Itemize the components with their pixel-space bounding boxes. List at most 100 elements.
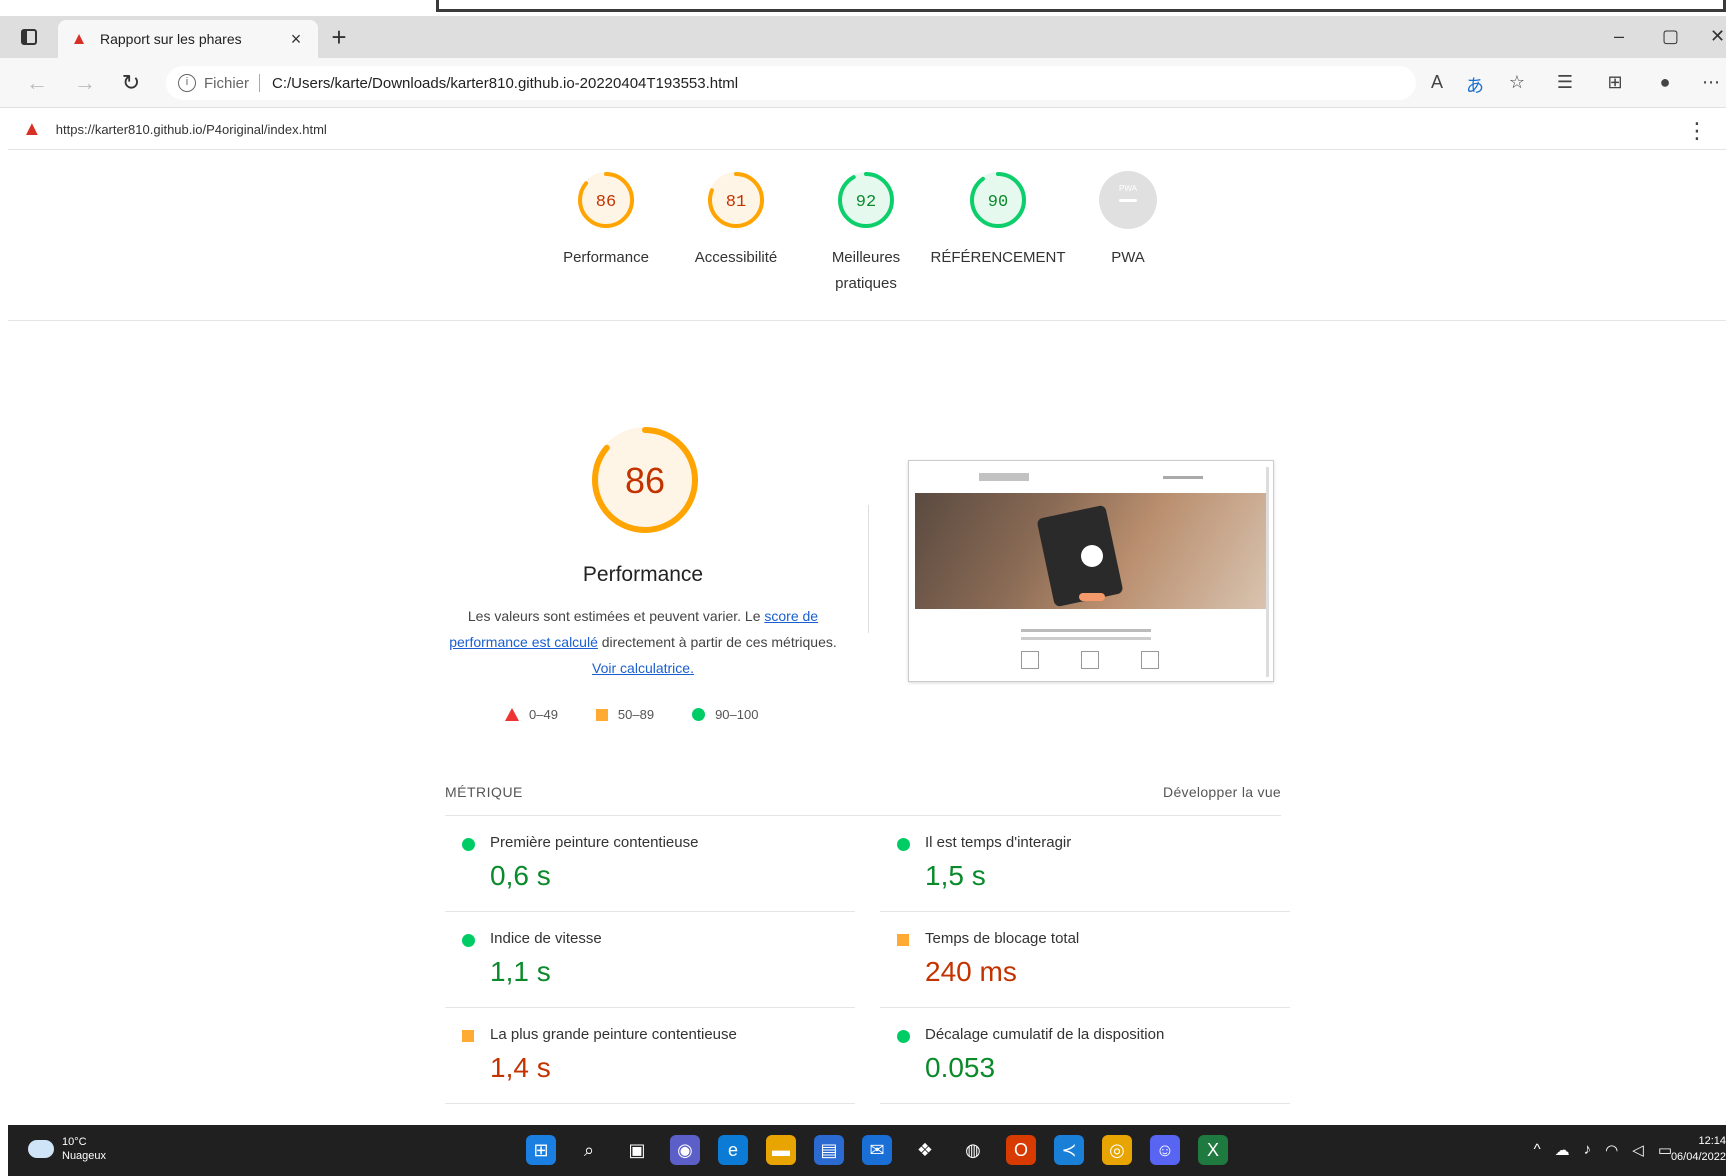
read-aloud-icon[interactable]: A bbox=[1424, 72, 1450, 93]
metrics-header: MÉTRIQUE Développer la vue bbox=[445, 780, 1281, 816]
metric-tbt: Temps de blocage total 240 ms bbox=[880, 912, 1290, 1008]
restore-button[interactable]: ▢ bbox=[1662, 26, 1679, 47]
mail-icon[interactable]: ✉ bbox=[862, 1135, 892, 1165]
report-page-url[interactable]: https://karter810.github.io/P4original/i… bbox=[56, 122, 327, 137]
new-tab-button[interactable]: + bbox=[326, 24, 352, 50]
pwa-badge-icon: PWA bbox=[1099, 171, 1157, 229]
metric-speed-index: Indice de vitesse 1,1 s bbox=[445, 912, 855, 1008]
mic-icon[interactable]: ♪ bbox=[1584, 1141, 1592, 1159]
excel-icon[interactable]: X bbox=[1198, 1135, 1228, 1165]
report-menu-icon[interactable]: ⋮ bbox=[1686, 118, 1708, 144]
triangle-icon bbox=[505, 708, 519, 721]
square-icon bbox=[462, 1030, 474, 1042]
metrics-title: MÉTRIQUE bbox=[445, 784, 523, 800]
vscode-icon[interactable]: ≺ bbox=[1054, 1135, 1084, 1165]
translate-icon[interactable]: あ bbox=[1462, 72, 1488, 98]
close-window-button[interactable]: ✕ bbox=[1710, 26, 1725, 47]
cloud-icon bbox=[28, 1140, 54, 1158]
circle-icon bbox=[897, 1030, 910, 1043]
gauge-label: PWA bbox=[1111, 249, 1145, 266]
hero-image bbox=[915, 493, 1267, 609]
circle-icon bbox=[897, 838, 910, 851]
back-icon[interactable]: ← bbox=[24, 70, 50, 96]
clock[interactable]: 12:14 06/04/2022 bbox=[1671, 1133, 1726, 1165]
favorites-icon[interactable]: ☰ bbox=[1552, 72, 1578, 93]
battery-icon[interactable]: ▭ bbox=[1658, 1141, 1672, 1159]
metric-tti: Il est temps d'interagir 1,5 s bbox=[880, 816, 1290, 912]
github-icon[interactable]: ◍ bbox=[958, 1135, 988, 1165]
weather-widget[interactable]: 10°C Nuageux bbox=[28, 1135, 106, 1163]
legend-fail: 0–49 bbox=[505, 707, 558, 722]
performance-gauge-ring: 86 bbox=[592, 427, 698, 533]
gauge-seo-ring: 90 bbox=[970, 172, 1026, 228]
tab-actions-icon bbox=[21, 29, 37, 45]
collections-icon[interactable]: ⊞ bbox=[1602, 72, 1628, 93]
gauge-seo[interactable]: 90 RÉFÉRENCEMENT bbox=[928, 169, 1068, 271]
gauge-best-practices-ring: 92 bbox=[838, 172, 894, 228]
tab-actions-button[interactable] bbox=[18, 26, 40, 48]
final-screenshot-thumbnail[interactable] bbox=[908, 460, 1274, 682]
score-legend: 0–49 50–89 90–100 bbox=[505, 707, 758, 722]
score-summary: 86 Performance 81 Accessibilité 92 Meill… bbox=[8, 151, 1726, 321]
edge-icon[interactable]: e bbox=[718, 1135, 748, 1165]
file-explorer-icon[interactable]: ▬ bbox=[766, 1135, 796, 1165]
calculator-link[interactable]: Voir calculatrice. bbox=[592, 660, 694, 676]
metric-cls: Décalage cumulatif de la disposition 0.0… bbox=[880, 1008, 1290, 1104]
profile-icon[interactable]: ● bbox=[1652, 72, 1678, 93]
tab-title: Rapport sur les phares bbox=[100, 31, 242, 47]
top-frame bbox=[0, 0, 1726, 16]
tab-close-button[interactable]: × bbox=[286, 29, 306, 50]
taskbar: 10°C Nuageux ⊞ ⌕ ▣ ◉ e ▬ ▤ ✉ ❖ ◍ O ≺ ◎ ☺ … bbox=[8, 1125, 1726, 1176]
gauge-label: Meilleures pratiques bbox=[831, 249, 901, 292]
chevron-up-icon[interactable]: ^ bbox=[1534, 1141, 1541, 1159]
refresh-icon[interactable]: ↻ bbox=[118, 70, 144, 96]
gauge-label: RÉFÉRENCEMENT bbox=[930, 249, 1066, 266]
address-scheme-label: Fichier bbox=[204, 74, 250, 92]
performance-description: Les valeurs sont estimées et peuvent var… bbox=[449, 608, 837, 676]
teams-icon[interactable]: ◉ bbox=[670, 1135, 700, 1165]
add-favorite-icon[interactable]: ☆ bbox=[1504, 72, 1530, 93]
gauge-accessibility-ring: 81 bbox=[708, 172, 764, 228]
gauge-performance[interactable]: 86 Performance bbox=[546, 169, 666, 271]
metric-lcp: La plus grande peinture contentieuse 1,4… bbox=[445, 1008, 855, 1104]
gauge-label: Performance bbox=[563, 249, 649, 266]
onedrive-icon[interactable]: ☁ bbox=[1555, 1141, 1570, 1159]
report-url-bar: ▲ https://karter810.github.io/P4original… bbox=[8, 110, 1726, 150]
square-icon bbox=[897, 934, 909, 946]
lighthouse-favicon-icon: ▲ bbox=[70, 29, 88, 48]
volume-icon[interactable]: ◁ bbox=[1632, 1141, 1644, 1159]
legend-pass: 90–100 bbox=[692, 707, 758, 722]
dropbox-icon[interactable]: ❖ bbox=[910, 1135, 940, 1165]
info-icon[interactable]: i bbox=[178, 74, 196, 92]
circle-icon bbox=[462, 934, 475, 947]
gauge-accessibility[interactable]: 81 Accessibilité bbox=[676, 169, 796, 271]
tab-lighthouse-report[interactable]: ▲ Rapport sur les phares × bbox=[58, 20, 318, 58]
legend-average: 50–89 bbox=[595, 707, 654, 722]
minimize-button[interactable]: – bbox=[1614, 26, 1624, 47]
expand-view-button[interactable]: Développer la vue bbox=[1163, 784, 1281, 800]
store-icon[interactable]: ▤ bbox=[814, 1135, 844, 1165]
task-view-icon[interactable]: ▣ bbox=[622, 1135, 652, 1165]
svg-text:81: 81 bbox=[726, 193, 746, 212]
system-tray: ^ ☁ ♪ ◠ ◁ ▭ bbox=[1534, 1141, 1672, 1159]
svg-text:90: 90 bbox=[988, 193, 1008, 212]
gauge-label: Accessibilité bbox=[694, 249, 778, 266]
gauge-best-practices[interactable]: 92 Meilleures pratiques bbox=[806, 169, 926, 297]
more-menu-icon[interactable]: ⋯ bbox=[1698, 72, 1724, 93]
discord-icon[interactable]: ☺ bbox=[1150, 1135, 1180, 1165]
office-icon[interactable]: O bbox=[1006, 1135, 1036, 1165]
gauge-performance-ring: 86 bbox=[578, 172, 634, 228]
chrome-icon[interactable]: ◎ bbox=[1102, 1135, 1132, 1165]
address-url[interactable]: C:/Users/karte/Downloads/karter810.githu… bbox=[272, 75, 738, 92]
start-icon[interactable]: ⊞ bbox=[526, 1135, 556, 1165]
svg-text:92: 92 bbox=[856, 193, 876, 212]
search-icon[interactable]: ⌕ bbox=[574, 1135, 604, 1165]
forward-icon[interactable]: → bbox=[72, 70, 98, 96]
performance-gauge: 86 bbox=[580, 415, 710, 545]
gauge-pwa[interactable]: PWA PWA bbox=[1068, 169, 1188, 271]
wifi-icon[interactable]: ◠ bbox=[1605, 1141, 1618, 1159]
address-bar[interactable]: i Fichier C:/Users/karte/Downloads/karte… bbox=[166, 66, 1416, 100]
circle-icon bbox=[462, 838, 475, 851]
circle-icon bbox=[692, 708, 706, 721]
lighthouse-logo-icon: ▲ bbox=[22, 118, 42, 140]
